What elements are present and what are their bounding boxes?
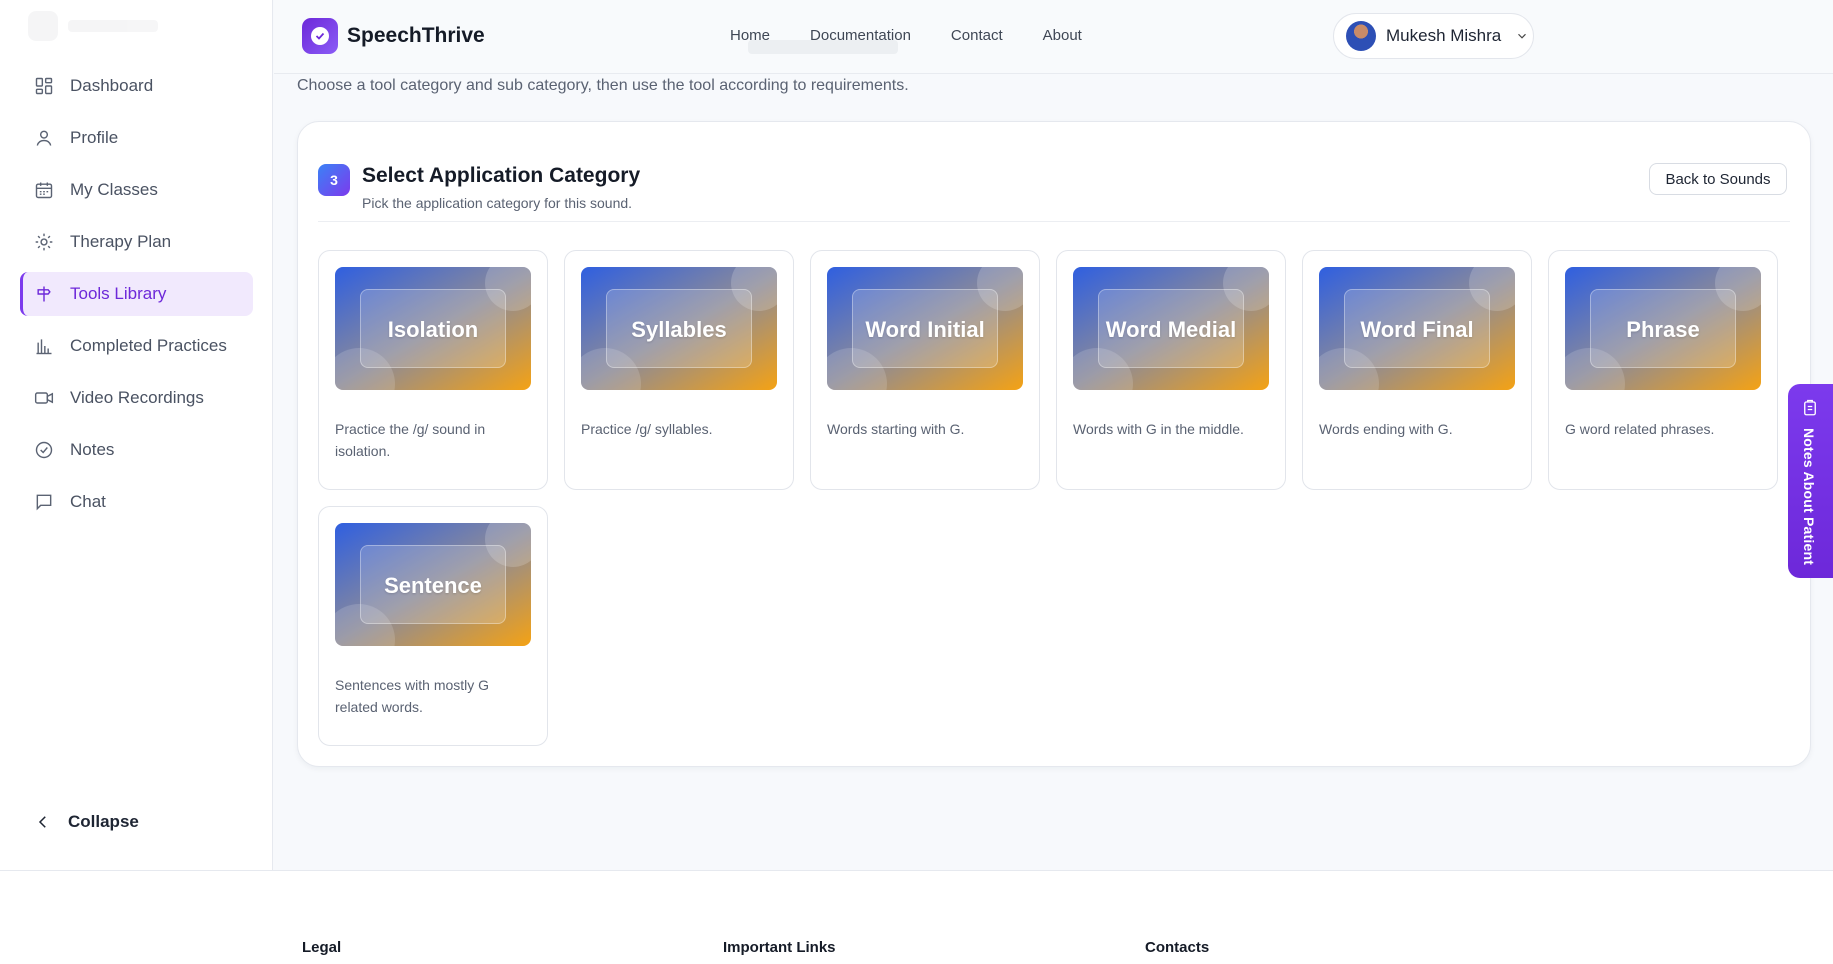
category-tile-word-medial[interactable]: Word Medial Words with G in the middle. (1056, 250, 1286, 490)
chevron-down-icon (1518, 33, 1527, 39)
category-tile-syllables[interactable]: Syllables Practice /g/ syllables. (564, 250, 794, 490)
footer: Legal Important Links Contacts (0, 870, 1833, 964)
category-tile-word-initial[interactable]: Word Initial Words starting with G. (810, 250, 1040, 490)
chevron-left-icon (38, 816, 46, 828)
nav-link-contact[interactable]: Contact (951, 27, 1003, 44)
section-description: Pick the application category for this s… (362, 195, 633, 211)
tile-banner: Isolation (335, 267, 531, 390)
sidebar-item-notes[interactable]: Notes (20, 428, 253, 472)
tile-title: Phrase (1626, 317, 1700, 342)
category-tile-phrase[interactable]: Phrase G word related phrases. (1548, 250, 1778, 490)
sidebar-item-therapy-plan[interactable]: Therapy Plan (20, 220, 253, 264)
sidebar-item-video-recordings[interactable]: Video Recordings (20, 376, 253, 420)
notes-about-patient-tab[interactable]: Notes About Patient (1788, 384, 1833, 578)
divider (318, 221, 1790, 222)
tile-title: Word Initial (865, 317, 985, 342)
sidebar-item-completed-practices[interactable]: Completed Practices (20, 324, 253, 368)
tile-description: Words starting with G. (827, 421, 965, 437)
category-tile-isolation[interactable]: Isolation Practice the /g/ sound in isol… (318, 250, 548, 490)
sidebar-item-label: Profile (70, 128, 119, 147)
footer-heading-important-links: Important Links (723, 939, 836, 956)
tile-title: Word Medial (1105, 317, 1237, 342)
sidebar-item-label: Chat (70, 492, 106, 511)
user-menu-button[interactable]: Mukesh Mishra (1333, 13, 1534, 59)
sidebar-item-label: Video Recordings (70, 388, 204, 407)
brand-name: SpeechThrive (347, 24, 485, 47)
sidebar-item-chat[interactable]: Chat (20, 480, 253, 524)
message-icon (36, 494, 52, 511)
signpost-icon (37, 286, 51, 302)
sidebar-item-label: Tools Library (70, 284, 167, 303)
brand[interactable]: SpeechThrive (302, 18, 485, 54)
tile-description: G word related phrases. (1565, 421, 1715, 437)
tile-banner: Word Medial (1073, 267, 1269, 390)
tile-title: Word Final (1360, 317, 1474, 342)
sidebar-item-my-classes[interactable]: My Classes (20, 168, 253, 212)
sidebar-item-label: Therapy Plan (70, 232, 172, 251)
category-tile-word-final[interactable]: Word Final Words ending with G. (1302, 250, 1532, 490)
bar-chart-icon (36, 339, 52, 355)
tile-description: Practice /g/ syllables. (581, 421, 713, 437)
sidebar-nav: Dashboard Profile My Classes Therapy Pla… (20, 64, 253, 532)
nav-link-home[interactable]: Home (730, 27, 770, 44)
video-icon (34, 392, 54, 404)
page-subtitle: Choose a tool category and sub category,… (297, 77, 909, 94)
tile-banner: Sentence (335, 523, 531, 646)
sidebar-item-label: Notes (70, 440, 115, 459)
avatar (1346, 21, 1376, 51)
footer-heading-contacts: Contacts (1145, 939, 1210, 956)
category-tile-sentence[interactable]: Sentence Sentences with mostly G related… (318, 506, 548, 746)
step-badge: 3 (318, 164, 350, 196)
sidebar-item-dashboard[interactable]: Dashboard (20, 64, 253, 108)
user-icon (36, 130, 52, 146)
collapse-label: Collapse (68, 812, 139, 831)
sun-icon (35, 233, 53, 251)
notes-tab-label: Notes About Patient (1801, 428, 1817, 566)
sidebar-item-profile[interactable]: Profile (20, 116, 253, 160)
sidebar-item-tools-library[interactable]: Tools Library (20, 272, 253, 316)
nav-link-documentation[interactable]: Documentation (810, 27, 911, 44)
collapse-button[interactable]: Collapse (34, 812, 139, 832)
check-circle-icon (35, 441, 53, 459)
top-header: SpeechThrive Home Documentation Contact … (274, 0, 1833, 74)
tile-title: Sentence (384, 573, 482, 598)
footer-heading-legal: Legal (302, 939, 342, 956)
sidebar-item-label: Dashboard (70, 76, 154, 95)
tile-banner: Word Initial (827, 267, 1023, 390)
tile-banner: Syllables (581, 267, 777, 390)
tile-banner: Phrase (1565, 267, 1761, 390)
back-to-sounds-button[interactable]: Back to Sounds (1649, 163, 1787, 195)
user-name: Mukesh Mishra (1386, 26, 1502, 45)
tile-description: Words ending with G. (1319, 421, 1453, 437)
tile-banner: Word Final (1319, 267, 1515, 390)
sidebar-logo-faded (28, 8, 188, 44)
sidebar: Dashboard Profile My Classes Therapy Pla… (0, 0, 273, 870)
tile-description: Words with G in the middle. (1073, 421, 1244, 437)
tile-title: Syllables (631, 317, 727, 342)
sidebar-item-label: Completed Practices (70, 336, 227, 355)
tile-description: Sentences with mostly G related words. (335, 677, 490, 715)
dashboard-icon (35, 77, 53, 95)
section-title: Select Application Category (362, 164, 641, 187)
tile-description: Practice the /g/ sound in isolation. (335, 421, 486, 459)
calendar-icon (35, 182, 53, 199)
sidebar-item-label: My Classes (70, 180, 158, 199)
tile-title: Isolation (387, 317, 479, 342)
nav-link-about[interactable]: About (1043, 27, 1082, 44)
top-nav: Home Documentation Contact About (730, 27, 1082, 44)
category-card: 3 Select Application Category Pick the a… (297, 121, 1811, 767)
clipboard-icon (1804, 399, 1816, 416)
brand-logo-icon (302, 18, 338, 54)
